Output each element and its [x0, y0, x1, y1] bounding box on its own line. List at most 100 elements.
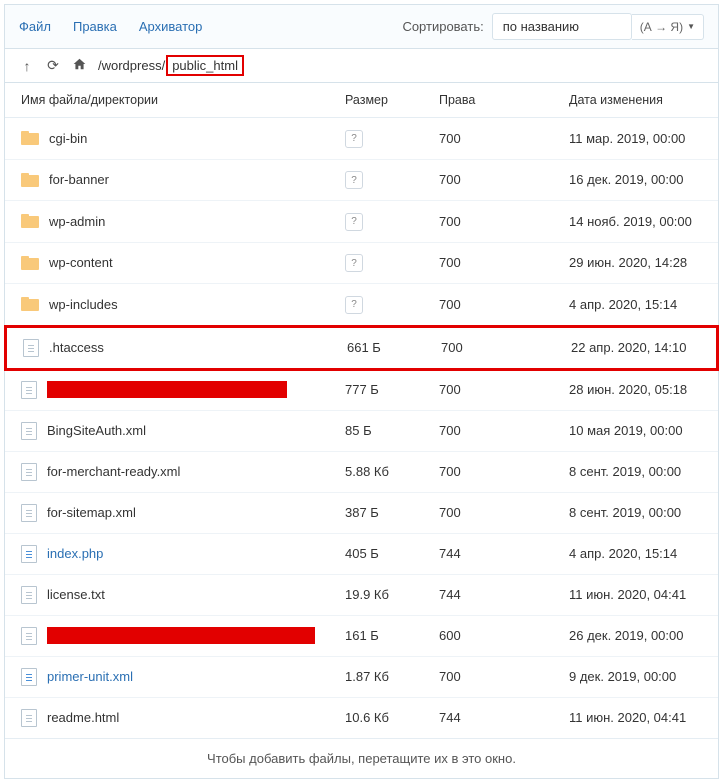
footer-hint: Чтобы добавить файлы, перетащите их в эт…: [5, 738, 718, 778]
file-row[interactable]: cgi-bin? 70011 мар. 2019, 00:00: [5, 118, 718, 160]
file-name-cell[interactable]: for-merchant-ready.xml: [5, 463, 345, 481]
folder-icon: [21, 131, 39, 145]
file-row[interactable]: wp-includes?7004 апр. 2020, 15:14: [5, 284, 718, 326]
menu-archiver[interactable]: Архиватор: [139, 19, 203, 34]
file-date-cell: 11 мар. 2019, 00:00: [569, 131, 718, 146]
menu-edit[interactable]: Правка: [73, 19, 117, 34]
breadcrumb-seg-publichtml[interactable]: public_html: [171, 58, 239, 73]
file-row[interactable]: wp-content?70029 июн. 2020, 14:28: [5, 243, 718, 285]
file-size-cell: 161 Б: [345, 628, 439, 643]
file-size-cell: ?: [345, 254, 439, 273]
file-size-cell: 405 Б: [345, 546, 439, 561]
file-name-cell[interactable]: wp-includes: [5, 297, 345, 312]
sort-label: Сортировать:: [402, 19, 483, 34]
file-icon: [21, 709, 37, 727]
file-name-cell[interactable]: for-banner: [5, 172, 345, 187]
file-size-cell: 85 Б: [345, 423, 439, 438]
file-date-cell: 28 июн. 2020, 05:18: [569, 382, 718, 397]
file-perm-cell: 700: [439, 131, 569, 146]
navigation-bar: ↑ ⟳ /wordpress/ public_html: [5, 49, 718, 83]
file-manager-window: Файл Правка Архиватор Сортировать: по на…: [4, 4, 719, 779]
file-size-cell: 777 Б: [345, 382, 439, 397]
sort-by-select[interactable]: по названию: [492, 13, 632, 40]
file-size-cell: 19.9 Кб: [345, 587, 439, 602]
file-date-cell: 10 мая 2019, 00:00: [569, 423, 718, 438]
file-row[interactable]: readme.html10.6 Кб74411 июн. 2020, 04:41: [5, 698, 718, 738]
file-perm-cell: 700: [439, 297, 569, 312]
file-name-cell[interactable]: [5, 627, 345, 645]
file-row[interactable]: 161 Б60026 дек. 2019, 00:00: [5, 616, 718, 657]
file-row[interactable]: wp-admin?70014 нояб. 2019, 00:00: [5, 201, 718, 243]
sort-order-button[interactable]: (А → Я) ▼: [632, 14, 704, 40]
col-header-perm[interactable]: Права: [439, 93, 569, 107]
file-list: cgi-bin?70011 мар. 2019, 00:00for-banner…: [5, 118, 718, 738]
file-name-text: readme.html: [47, 710, 119, 725]
file-name-cell[interactable]: readme.html: [5, 709, 345, 727]
file-row[interactable]: for-merchant-ready.xml5.88 Кб7008 сент. …: [5, 452, 718, 493]
menu-file[interactable]: Файл: [19, 19, 51, 34]
file-row[interactable]: primer-unit.xml1.87 Кб7009 дек. 2019, 00…: [5, 657, 718, 698]
file-name-cell[interactable]: .htaccess: [7, 339, 347, 357]
file-perm-cell: 700: [439, 423, 569, 438]
file-perm-cell: 700: [439, 172, 569, 187]
file-icon: [21, 422, 37, 440]
file-perm-cell: 744: [439, 546, 569, 561]
file-perm-cell: 700: [439, 669, 569, 684]
col-header-size[interactable]: Размер: [345, 93, 439, 107]
file-row[interactable]: for-banner?70016 дек. 2019, 00:00: [5, 160, 718, 202]
file-name-cell[interactable]: BingSiteAuth.xml: [5, 422, 345, 440]
file-row[interactable]: index.php405 Б7444 апр. 2020, 15:14: [5, 534, 718, 575]
top-menu-bar: Файл Правка Архиватор Сортировать: по на…: [5, 5, 718, 49]
col-header-date[interactable]: Дата изменения: [569, 93, 718, 107]
file-date-cell: 29 июн. 2020, 14:28: [569, 255, 718, 270]
refresh-icon[interactable]: ⟳: [45, 57, 61, 74]
file-name-text: wp-admin: [49, 214, 105, 229]
file-name-cell[interactable]: wp-admin: [5, 214, 345, 229]
file-name-text: for-merchant-ready.xml: [47, 464, 180, 479]
breadcrumb-seg-wordpress[interactable]: /wordpress/: [97, 58, 166, 73]
file-row[interactable]: license.txt19.9 Кб74411 июн. 2020, 04:41: [5, 575, 718, 616]
file-icon: [21, 463, 37, 481]
col-header-name[interactable]: Имя файла/директории: [5, 93, 345, 107]
size-unknown-icon[interactable]: ?: [345, 213, 363, 231]
size-unknown-icon[interactable]: ?: [345, 130, 363, 148]
file-size-cell: ?: [345, 171, 439, 190]
file-name-cell[interactable]: for-sitemap.xml: [5, 504, 345, 522]
file-perm-cell: 744: [439, 587, 569, 602]
size-unknown-icon[interactable]: ?: [345, 296, 363, 314]
file-size-cell: 661 Б: [347, 340, 441, 355]
file-size-cell: 1.87 Кб: [345, 669, 439, 684]
redacted-block: [47, 627, 315, 644]
file-size-cell: ?: [345, 212, 439, 231]
home-icon[interactable]: [71, 57, 87, 74]
folder-icon: [21, 297, 39, 311]
file-date-cell: 4 апр. 2020, 15:14: [569, 546, 718, 561]
file-row[interactable]: for-sitemap.xml387 Б7008 сент. 2019, 00:…: [5, 493, 718, 534]
file-name-cell[interactable]: license.txt: [5, 586, 345, 604]
file-row[interactable]: .htaccess661 Б70022 апр. 2020, 14:10: [4, 325, 719, 371]
up-icon[interactable]: ↑: [19, 58, 35, 74]
size-unknown-icon[interactable]: ?: [345, 254, 363, 272]
file-date-cell: 8 сент. 2019, 00:00: [569, 505, 718, 520]
chevron-down-icon: ▼: [687, 22, 695, 31]
file-name-cell[interactable]: wp-content: [5, 255, 345, 270]
file-name-text: license.txt: [47, 587, 105, 602]
breadcrumb[interactable]: /wordpress/ public_html: [97, 55, 244, 76]
file-name-cell[interactable]: cgi-bin: [5, 131, 345, 146]
file-size-cell: ?: [345, 295, 439, 314]
file-name-cell[interactable]: index.php: [5, 545, 345, 563]
file-size-cell: 5.88 Кб: [345, 464, 439, 479]
file-perm-cell: 700: [439, 505, 569, 520]
file-name-cell[interactable]: [5, 381, 345, 399]
file-name-cell[interactable]: primer-unit.xml: [5, 668, 345, 686]
file-icon: [21, 504, 37, 522]
file-row[interactable]: BingSiteAuth.xml85 Б70010 мая 2019, 00:0…: [5, 411, 718, 452]
file-name-text: cgi-bin: [49, 131, 87, 146]
file-icon: [21, 381, 37, 399]
size-unknown-icon[interactable]: ?: [345, 171, 363, 189]
file-perm-cell: 700: [441, 340, 571, 355]
file-name-text: .htaccess: [49, 340, 104, 355]
file-row[interactable]: 777 Б70028 июн. 2020, 05:18: [5, 370, 718, 411]
file-size-cell: 10.6 Кб: [345, 710, 439, 725]
file-icon: [21, 586, 37, 604]
